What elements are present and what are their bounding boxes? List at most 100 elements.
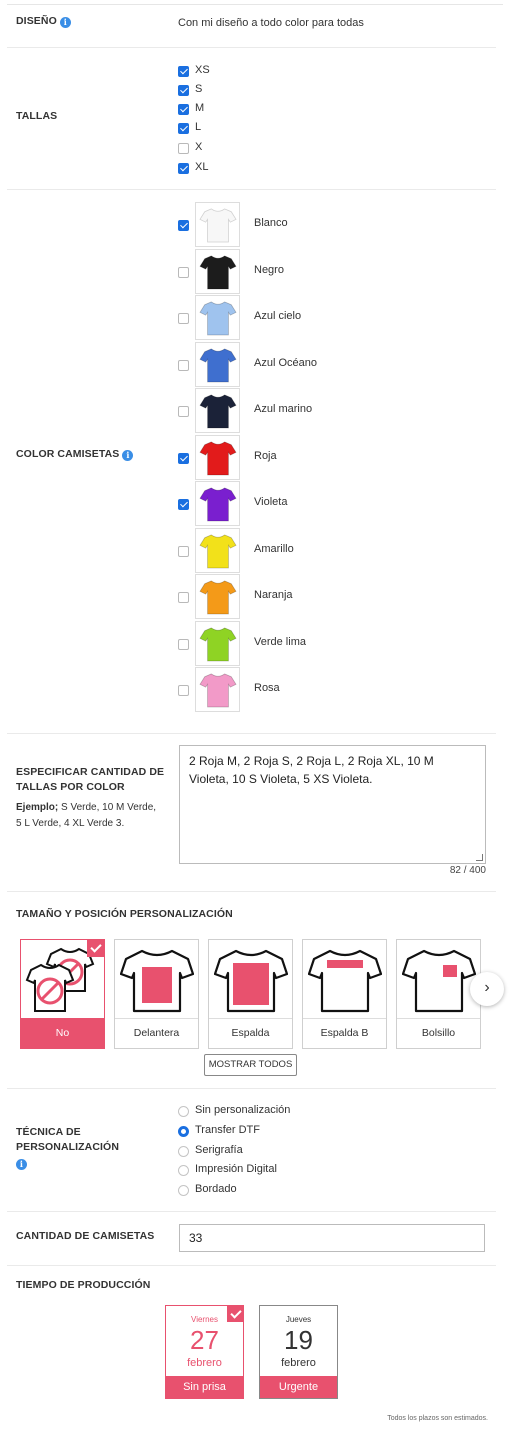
tiempo-label: TIEMPO DE PRODUCCIÓN	[16, 1279, 151, 1291]
cantidad-tallas-label: ESPECIFICAR CANTIDAD DE TALLAS POR COLOR	[16, 766, 165, 793]
info-icon[interactable]: i	[122, 450, 134, 461]
color-checkbox[interactable]	[178, 638, 189, 650]
tecnica-label: Serigrafía	[195, 1144, 243, 1156]
char-counter: 82 / 400	[449, 865, 486, 876]
tshirt-thumbnail[interactable]	[195, 341, 240, 387]
tshirt-thumbnail[interactable]	[195, 202, 240, 247]
weekday-label: Jueves	[285, 1315, 312, 1324]
tshirt-thumbnail[interactable]	[195, 248, 240, 294]
color-name: Verde lima	[254, 635, 306, 648]
tecnica-radio[interactable]	[178, 1126, 189, 1137]
divider	[7, 733, 496, 734]
tecnica-radio[interactable]	[178, 1185, 189, 1196]
talla-checkbox[interactable]	[178, 123, 189, 134]
tshirt-thumbnail[interactable]	[195, 481, 240, 526]
cantidad-tallas-textarea[interactable]: 2 Roja M, 2 Roja S, 2 Roja L, 2 Roja XL,…	[179, 745, 486, 864]
plazos-note: Todos los plazos son estimados.	[387, 1415, 488, 1422]
tshirt-thumbnail[interactable]	[195, 667, 240, 712]
tshirt-print-icon	[397, 945, 480, 1018]
posicion-option[interactable]: No	[20, 939, 105, 1049]
color-checkbox[interactable]	[178, 452, 189, 464]
divider	[7, 1211, 496, 1212]
top-divider	[7, 4, 503, 5]
speed-label: Sin prisa	[166, 1376, 243, 1398]
talla-label: L	[195, 121, 202, 133]
day-number: 27	[190, 1325, 219, 1355]
color-name: Rosa	[254, 682, 280, 694]
talla-label: XS	[195, 64, 210, 76]
tiempo-option[interactable]: Jueves 19 febrero Urgente	[259, 1305, 338, 1399]
posicion-option[interactable]: Bolsillo	[396, 939, 481, 1049]
color-name: Blanco	[254, 217, 288, 229]
color-name: Amarillo	[254, 542, 294, 555]
color-checkbox[interactable]	[178, 545, 189, 557]
tecnica-label: TÉCNICA DE PERSONALIZACIÓN i	[16, 1126, 120, 1170]
month-label: febrero	[187, 1357, 222, 1369]
tshirt-thumbnail[interactable]	[195, 434, 240, 480]
check-icon	[227, 1305, 244, 1322]
tshirt-thumbnail[interactable]	[195, 388, 240, 433]
tallas-label: TALLAS	[16, 110, 58, 122]
posicion-label: TAMAÑO Y POSICIÓN PERSONALIZACIÓN	[16, 908, 233, 920]
chevron-right-icon: ›	[484, 979, 490, 996]
tecnica-label: Bordado	[195, 1183, 237, 1195]
color-checkbox[interactable]	[178, 313, 189, 324]
month-label: febrero	[281, 1357, 316, 1369]
color-name: Negro	[254, 263, 284, 276]
posicion-label: Espalda B	[303, 1018, 386, 1048]
talla-label: M	[195, 102, 205, 114]
cantidad-input[interactable]: 33	[179, 1224, 485, 1252]
posicion-option[interactable]: Espalda	[208, 939, 293, 1049]
color-name: Violeta	[254, 496, 288, 508]
check-icon	[87, 939, 105, 957]
tshirt-thumbnail[interactable]	[195, 527, 240, 573]
mostrar-todos-button[interactable]: MOSTRAR TODOS	[204, 1054, 297, 1076]
tshirt-thumbnail[interactable]	[195, 574, 240, 619]
diseno-label: DISEÑO i	[16, 14, 71, 29]
carousel-next-button[interactable]: ›	[470, 972, 504, 1006]
color-checkbox[interactable]	[178, 685, 189, 696]
posicion-label: Espalda	[209, 1018, 292, 1048]
tshirt-print-icon	[115, 945, 198, 1018]
divider	[7, 47, 496, 48]
color-checkbox[interactable]	[178, 592, 189, 603]
color-checkbox[interactable]	[178, 406, 189, 417]
color-name: Azul Océano	[254, 356, 317, 369]
color-name: Azul cielo	[254, 310, 302, 322]
divider	[7, 891, 496, 892]
tecnica-radio[interactable]	[178, 1146, 189, 1157]
divider	[7, 1088, 496, 1089]
tshirt-thumbnail[interactable]	[195, 620, 240, 666]
divider	[7, 189, 496, 190]
info-icon[interactable]: i	[59, 17, 71, 28]
talla-label: S	[195, 83, 203, 95]
info-icon[interactable]: i	[16, 1159, 27, 1170]
posicion-option[interactable]: Delantera	[114, 939, 199, 1049]
diseno-value: Con mi diseño a todo color para todas	[178, 17, 364, 29]
resize-handle[interactable]	[476, 854, 483, 861]
talla-checkbox[interactable]	[178, 163, 189, 174]
tecnica-radio[interactable]	[178, 1165, 189, 1176]
tiempo-option[interactable]: Viernes 27 febrero Sin prisa	[165, 1305, 244, 1399]
posicion-option[interactable]: Espalda B	[302, 939, 387, 1049]
talla-checkbox[interactable]	[178, 85, 189, 96]
posicion-label: Delantera	[115, 1018, 198, 1048]
posicion-label: No	[21, 1018, 104, 1048]
tecnica-radio[interactable]	[178, 1106, 189, 1117]
tshirt-print-icon	[209, 945, 292, 1018]
talla-checkbox[interactable]	[178, 143, 189, 154]
tecnica-label: Impresión Digital	[195, 1163, 277, 1175]
talla-checkbox[interactable]	[178, 104, 189, 115]
color-checkbox[interactable]	[178, 266, 189, 278]
day-number: 19	[284, 1325, 313, 1355]
speed-label: Urgente	[260, 1376, 337, 1398]
tshirt-print-icon	[303, 945, 386, 1018]
color-checkbox[interactable]	[178, 220, 189, 231]
color-checkbox[interactable]	[178, 359, 189, 371]
color-checkbox[interactable]	[178, 499, 189, 510]
color-camisetas-label: COLOR CAMISETAS i	[16, 447, 134, 462]
divider	[7, 1265, 496, 1266]
talla-checkbox[interactable]	[178, 66, 189, 77]
tshirt-thumbnail[interactable]	[195, 295, 240, 340]
talla-label: XL	[195, 161, 209, 173]
